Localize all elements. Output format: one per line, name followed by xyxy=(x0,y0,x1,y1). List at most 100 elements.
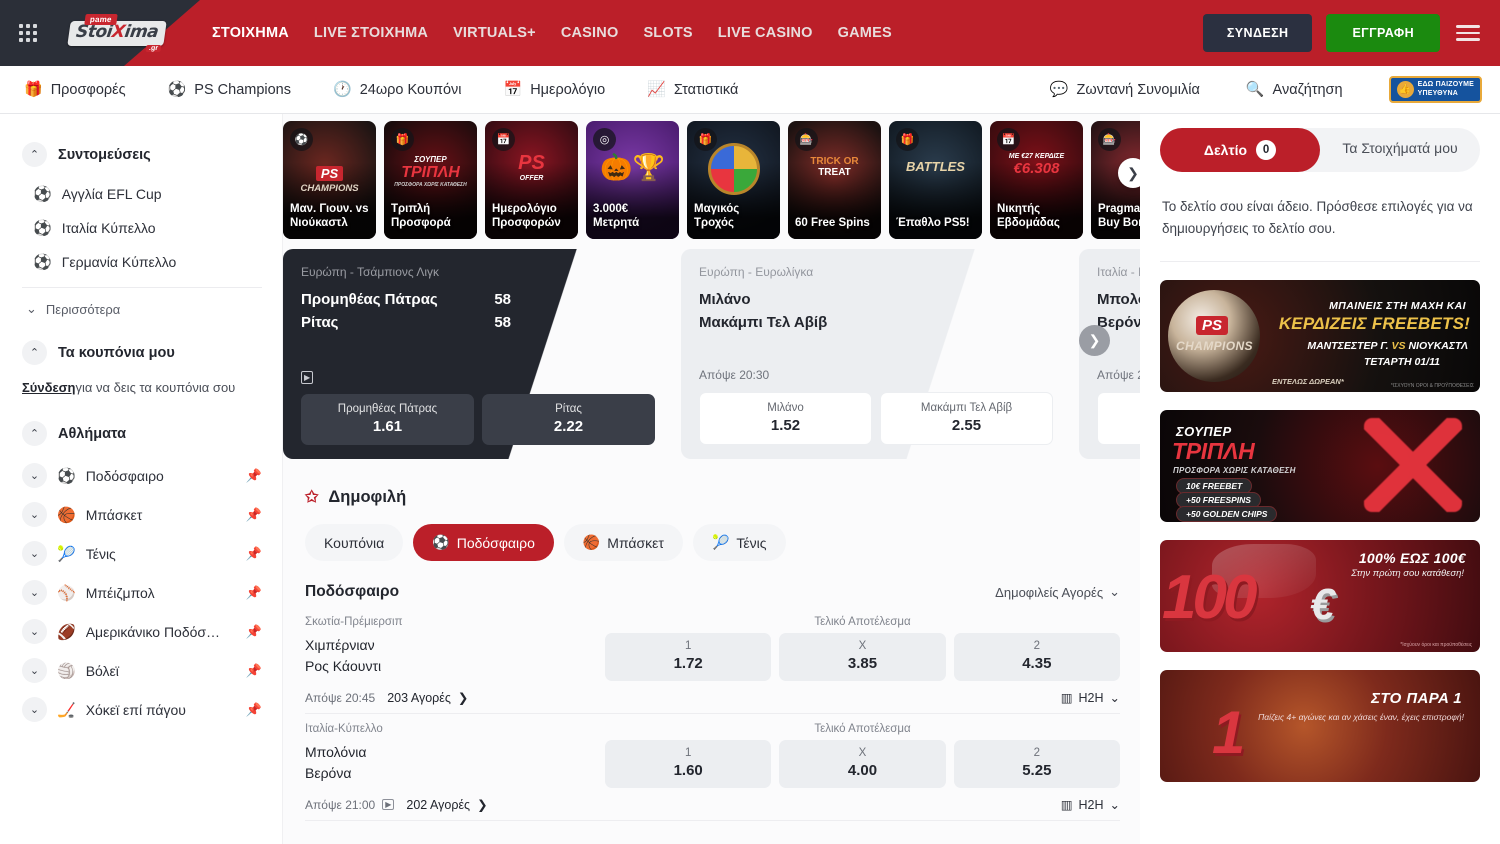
event-h2h-button[interactable]: ▥ H2H ⌄ xyxy=(1061,690,1120,705)
sidebar-item-ice-hockey[interactable]: ⌄ 🏒 Χόκεϊ επί πάγου 📌 xyxy=(22,690,262,729)
match-card[interactable]: Ευρώπη - Ευρωλίγκα Μιλάνο Μακάμπι Τελ Αβ… xyxy=(681,249,1071,459)
odd-button[interactable]: Προμηθέας Πάτρας 1.61 xyxy=(301,394,474,445)
sidebar-item-american-football[interactable]: ⌄ 🏈 Αμερικάνικο Ποδόσ… 📌 xyxy=(22,612,262,651)
promo-tile[interactable]: 🎰 TRICK OR TREAT 60 Free Spins xyxy=(788,121,881,239)
event-markets-link[interactable]: 202 Αγορές ❯ xyxy=(406,797,487,812)
event-markets-count: 202 Αγορές xyxy=(406,798,470,812)
chevron-down-icon[interactable]: ⌄ xyxy=(22,697,47,722)
match-carousel-next-button[interactable]: ❯ xyxy=(1079,325,1110,356)
nav-link-casino[interactable]: CASINO xyxy=(561,25,619,41)
promo-tile[interactable]: ⚽ PS CHAMPIONS Μαν. Γιουν. vs Νιούκαστλ xyxy=(283,121,376,239)
tab-football[interactable]: ⚽ Ποδόσφαιρο xyxy=(413,524,554,561)
hamburger-menu-icon[interactable] xyxy=(1454,19,1482,47)
tv-icon[interactable]: ▶ xyxy=(382,799,394,810)
nav-link-live-casino[interactable]: LIVE CASINO xyxy=(718,25,813,41)
sidebar-item-volleyball[interactable]: ⌄ 🏐 Βόλεϊ 📌 xyxy=(22,651,262,690)
subnav-item-ps-champions[interactable]: ⚽ PS Champions xyxy=(168,82,291,98)
pin-icon[interactable]: 📌 xyxy=(246,702,262,718)
pin-icon[interactable]: 📌 xyxy=(246,624,262,640)
sidebar-item-basketball[interactable]: ⌄ 🏀 Μπάσκετ 📌 xyxy=(22,495,262,534)
odd-button-2[interactable]: 2 4.35 xyxy=(954,633,1120,681)
pin-icon[interactable]: 📌 xyxy=(246,663,262,679)
promo-tile[interactable]: 🎁 BATTLES Έπαθλο PS5! xyxy=(889,121,982,239)
odd-button-1[interactable]: 1 1.72 xyxy=(605,633,771,681)
pin-icon[interactable]: 📌 xyxy=(246,507,262,523)
login-button[interactable]: ΣΥΝΔΕΣΗ xyxy=(1203,14,1313,52)
tab-my-bets[interactable]: Τα Στοιχήματά μου xyxy=(1320,128,1480,172)
subnav-item-24h-coupon[interactable]: 🕐 24ωρο Κουπόνι xyxy=(333,82,462,98)
promo-banner-sto-para-1[interactable]: 1 ΣΤΟ ΠΑΡΑ 1 Παίζεις 4+ αγώνες και αν χά… xyxy=(1160,670,1480,782)
sidebar-item-baseball[interactable]: ⌄ ⚾ Μπέιζμπολ 📌 xyxy=(22,573,262,612)
nav-link-stoixima[interactable]: ΣΤΟΙΧΗΜΑ xyxy=(212,25,289,41)
register-button[interactable]: ΕΓΓΡΑΦΗ xyxy=(1326,14,1440,52)
chevron-down-icon[interactable]: ⌄ xyxy=(22,580,47,605)
odd-button[interactable]: Μακάμπι Τελ Αβίβ 2.55 xyxy=(880,392,1053,445)
nav-link-live-stoixima[interactable]: LIVE ΣΤΟΙΧΗΜΑ xyxy=(314,25,428,41)
tab-basketball[interactable]: 🏀 Μπάσκετ xyxy=(564,524,683,561)
odd-button-1[interactable]: 1 1.60 xyxy=(605,740,771,788)
responsible-gaming-badge[interactable]: 👍 ΕΔΩ ΠΑΙΖΟΥΜΕ ΥΠΕΥΘΥΝΑ xyxy=(1389,76,1482,103)
odd-button[interactable]: Μιλάνο 1.52 xyxy=(699,392,872,445)
chevron-down-icon[interactable]: ⌄ xyxy=(22,658,47,683)
sidebar-item-football[interactable]: ⌄ ⚽ Ποδόσφαιρο 📌 xyxy=(22,456,262,495)
odd-button-2[interactable]: 2 5.25 xyxy=(954,740,1120,788)
event-bottom: Απόψε 20:45 203 Αγορές ❯ ▥ H2H ⌄ xyxy=(305,690,1120,707)
chevron-down-icon[interactable]: ⌄ xyxy=(22,541,47,566)
promo-carousel-next-button[interactable]: ❯ xyxy=(1118,158,1140,188)
match-card[interactable]: Ευρώπη - Τσάμπιονς Λιγκ Προμηθέας Πάτρας… xyxy=(283,249,673,459)
sidebar-section-sports[interactable]: ⌃ Αθλήματα xyxy=(22,421,262,446)
sidebar-section-title: Συντομεύσεις xyxy=(58,147,151,163)
sidebar-item-efl-cup[interactable]: ⚽ Αγγλία EFL Cup xyxy=(22,177,262,211)
tab-coupons[interactable]: Κουπόνια xyxy=(305,524,403,561)
subnav-item-live-chat[interactable]: 💬 Ζωντανή Συνομιλία xyxy=(1050,82,1200,98)
event-markets-link[interactable]: 203 Αγορές ❯ xyxy=(387,690,468,705)
top-right-actions: ΣΥΝΔΕΣΗ ΕΓΓΡΑΦΗ xyxy=(1203,14,1500,52)
promo-tile[interactable]: 📅 ΜΕ €27 ΚΕΡΔΙΣΕ €6.308 Νικητής Εβδομάδα… xyxy=(990,121,1083,239)
odd-button-x[interactable]: X 3.85 xyxy=(779,633,945,681)
promo-tile[interactable]: 📅 PS OFFER Ημερολόγιο Προσφορών xyxy=(485,121,578,239)
promo-tile[interactable]: 🎁 Μαγικός Τροχός xyxy=(687,121,780,239)
subnav-item-calendar[interactable]: 📅 Ημερολόγιο xyxy=(504,82,606,98)
subnav-item-offers[interactable]: 🎁 Προσφορές xyxy=(24,82,126,98)
coupons-login-link[interactable]: Σύνδεση xyxy=(22,380,76,395)
subnav-item-statistics[interactable]: 📈 Στατιστικά xyxy=(647,82,738,98)
promo-banner-ps-champions[interactable]: PS CHAMPIONS ΜΠΑΙΝΕΙΣ ΣΤΗ ΜΑΧΗ ΚΑΙ ΚΕΡΔΙ… xyxy=(1160,280,1480,392)
nav-link-games[interactable]: GAMES xyxy=(838,25,892,41)
pin-icon[interactable]: 📌 xyxy=(246,585,262,601)
pin-icon[interactable]: 📌 xyxy=(246,546,262,562)
tab-betslip[interactable]: Δελτίο 0 xyxy=(1160,128,1320,172)
event-info[interactable]: Σκωτία-Πρέμιερσιπ Χιμπέρνιαν Ρος Κάουντι xyxy=(305,616,605,677)
odd-button[interactable]: 1 1.60 xyxy=(1097,392,1140,445)
promo-banner-100-bonus[interactable]: 100 € 100% ΕΩΣ 100€ Στην πρώτη σου κατάθ… xyxy=(1160,540,1480,652)
site-logo[interactable]: pame StoiXima .gr xyxy=(62,11,172,55)
markets-selector[interactable]: Δημοφιλείς Αγορές ⌄ xyxy=(995,584,1120,600)
sidebar-item-germany-cup[interactable]: ⚽ Γερμανία Κύπελλο xyxy=(22,245,262,279)
nav-link-slots[interactable]: SLOTS xyxy=(643,25,692,41)
sidebar-item-tennis[interactable]: ⌄ 🎾 Τένις 📌 xyxy=(22,534,262,573)
odd-button[interactable]: Ρίτας 2.22 xyxy=(482,394,655,445)
chevron-down-icon[interactable]: ⌄ xyxy=(22,463,47,488)
chevron-down-icon[interactable]: ⌄ xyxy=(22,502,47,527)
odd-value: 1.61 xyxy=(305,418,470,435)
promo-caption: Μαν. Γιουν. vs Νιούκαστλ xyxy=(283,202,376,239)
match-odds: Μιλάνο 1.52 Μακάμπι Τελ Αβίβ 2.55 xyxy=(699,392,1053,445)
promo-tile[interactable]: 🎁 ΣΟΥΠΕΡ ΤΡΙΠΛΗ ΠΡΟΣΦΟΡΑ ΧΩΡΙΣ ΚΑΤΑΘΕΣΗ … xyxy=(384,121,477,239)
apps-grid-button[interactable] xyxy=(0,24,56,42)
event-h2h-button[interactable]: ▥ H2H ⌄ xyxy=(1061,797,1120,812)
sidebar-section-my-coupons[interactable]: ⌃ Τα κουπόνια μου xyxy=(22,340,262,365)
sidebar-item-italy-cup[interactable]: ⚽ Ιταλία Κύπελλο xyxy=(22,211,262,245)
tab-tennis[interactable]: 🎾 Τένις xyxy=(693,524,786,561)
event-info[interactable]: Ιταλία-Κύπελλο Μπολόνια Βερόνα xyxy=(305,723,605,784)
subnav-item-search[interactable]: 🔍 Αναζήτηση xyxy=(1246,82,1343,98)
pin-icon[interactable]: 📌 xyxy=(246,468,262,484)
sidebar-more-button[interactable]: ⌄ Περισσότερα xyxy=(22,292,262,326)
tv-icon[interactable]: ▶ xyxy=(301,371,313,384)
promo-banner-super-tripli[interactable]: ΣΟΥΠΕΡ ΤΡΙΠΛΗ ΠΡΟΣΦΟΡΑ ΧΩΡΙΣ ΚΑΤΑΘΕΣΗ 10… xyxy=(1160,410,1480,522)
match-league: Ευρώπη - Τσάμπιονς Λιγκ xyxy=(301,265,655,279)
odd-button-x[interactable]: X 4.00 xyxy=(779,740,945,788)
promo-tile[interactable]: ◎ 🎃🏆 3.000€ Μετρητά xyxy=(586,121,679,239)
nav-link-virtuals[interactable]: VIRTUALS+ xyxy=(453,25,536,41)
sidebar-section-shortcuts[interactable]: ⌃ Συντομεύσεις xyxy=(22,142,262,167)
chevron-down-icon[interactable]: ⌄ xyxy=(22,619,47,644)
thumbs-up-icon: 👍 xyxy=(1397,81,1414,98)
